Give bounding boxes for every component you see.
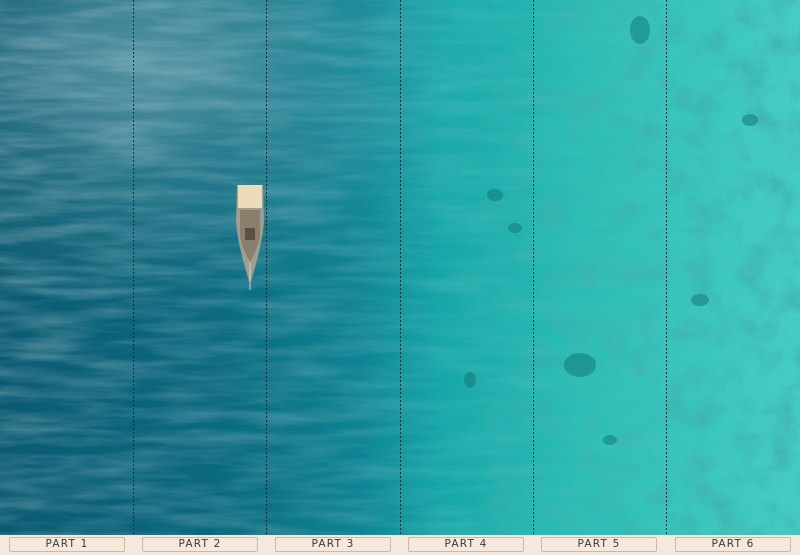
- aerial-sea-photo: [0, 0, 800, 535]
- wallpaper-mural-preview: PART 1 PART 2 PART 3 PART 4 PART 5 PART …: [0, 0, 800, 555]
- panel-label-2: PART 2: [142, 537, 258, 552]
- panel-label-5: PART 5: [541, 537, 657, 552]
- panel-label-6: PART 6: [675, 537, 791, 552]
- panel-label-strip: PART 1 PART 2 PART 3 PART 4 PART 5 PART …: [0, 535, 800, 555]
- panel-label-1: PART 1: [9, 537, 125, 552]
- panel-label-4: PART 4: [408, 537, 524, 552]
- panel-label-3: PART 3: [275, 537, 391, 552]
